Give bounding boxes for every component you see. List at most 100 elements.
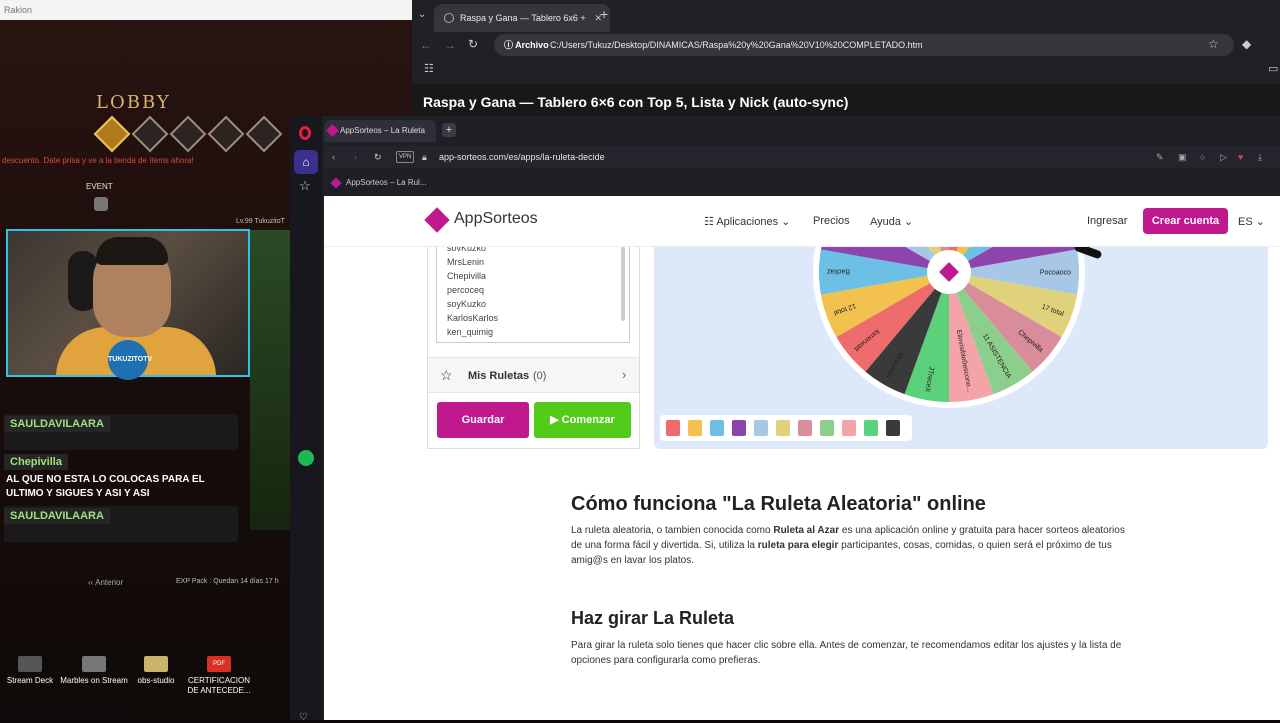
event-label: EVENT — [86, 182, 113, 191]
star-icon: ☆ — [440, 367, 453, 383]
palette-swatch[interactable] — [666, 420, 680, 436]
back-icon[interactable]: ← — [420, 38, 432, 52]
new-tab-icon[interactable]: + — [600, 6, 608, 22]
palette-swatch[interactable] — [710, 420, 724, 436]
nav-aplicaciones[interactable]: ☷ Aplicaciones ⌄ — [704, 215, 790, 228]
opera-url[interactable]: app-sorteos.com/es/apps/la-ruleta-decide — [439, 146, 605, 168]
shield-icon[interactable]: ○ — [1200, 146, 1205, 168]
event-icon — [94, 197, 108, 211]
site-header: AppSorteos ☷ Aplicaciones ⌄ Precios Ayud… — [324, 196, 1280, 247]
edit-icon[interactable]: ✎ — [1156, 146, 1164, 168]
player-level: Lv.99 TukuzitoT — [236, 218, 285, 225]
menu-star-icon[interactable] — [245, 115, 283, 153]
chrome-address-bar[interactable]: ⓘ Archivo C:/Users/Tukuz/Desktop/DINAMIC… — [494, 34, 1234, 56]
language-select[interactable]: ES ⌄ — [1238, 215, 1265, 228]
download-icon[interactable]: ⤓ — [1258, 146, 1262, 168]
desktop-icon-obs[interactable]: obs-studio — [120, 656, 192, 686]
chrome-window: ⌄ Raspa y Gana — Tablero 6x6 + ✕ + ← → ↻… — [412, 0, 1280, 118]
event-button[interactable]: EVENT — [86, 182, 116, 222]
appsorteos-favicon — [330, 177, 342, 189]
bookmarks-folder-icon[interactable]: ▭ — [1268, 62, 1278, 75]
chevron-down-icon: ⌄ — [1252, 216, 1265, 228]
bookmark-item[interactable]: AppSorteos – La Rul... — [324, 174, 1280, 192]
mis-ruletas-label: Mis Ruletas — [468, 370, 530, 382]
tab-list-icon[interactable]: ⌄ — [418, 9, 426, 20]
menu-shield-icon[interactable] — [131, 115, 169, 153]
previous-button[interactable]: ‹‹ Anterior — [88, 578, 123, 587]
start-button[interactable]: ▶ Comenzar — [534, 402, 631, 438]
login-link[interactable]: Ingresar — [1087, 215, 1127, 227]
globe-icon — [444, 13, 454, 23]
chat-username: Chepivilla — [4, 454, 68, 470]
pdf-icon: PDF — [207, 656, 231, 672]
site-logo[interactable]: AppSorteos — [454, 210, 538, 228]
names-textarea[interactable]: sovKuzko MrsLenin Chepivilla percoceq so… — [436, 247, 630, 343]
opera-logo-icon[interactable] — [299, 126, 311, 140]
reload-icon[interactable]: ↻ — [468, 37, 478, 51]
lock-icon: 🔒︎ — [422, 152, 427, 162]
camera-icon[interactable]: ▣ — [1178, 146, 1187, 168]
options-panel: sovKuzko MrsLenin Chepivilla percoceq so… — [427, 247, 640, 449]
url-text: C:/Users/Tukuz/Desktop/DINAMICAS/Raspa%2… — [550, 40, 923, 50]
textarea-scrollbar[interactable] — [621, 247, 625, 321]
appsorteos-logo-icon — [424, 207, 450, 233]
menu-emblem-icon[interactable] — [169, 115, 207, 153]
palette-swatch[interactable] — [776, 420, 790, 436]
nav-ayuda[interactable]: Ayuda ⌄ — [870, 215, 913, 228]
vpn-badge[interactable]: VPN — [396, 151, 415, 163]
opera-toolbar: ‹ › ↻ VPN 🔒︎ app-sorteos.com/es/apps/la-… — [324, 146, 1280, 168]
folder-icon — [144, 656, 168, 672]
signup-button[interactable]: Crear cuenta — [1143, 208, 1228, 234]
chrome-tab-bar: ⌄ Raspa y Gana — Tablero 6x6 + ✕ + — [412, 0, 1280, 32]
palette-swatch[interactable] — [864, 420, 878, 436]
heart-icon[interactable]: ♡ — [299, 712, 308, 723]
heart-icon[interactable]: ♥ — [1238, 146, 1243, 168]
menu-crown-icon[interactable] — [93, 115, 131, 153]
palette-swatch[interactable] — [842, 420, 856, 436]
mis-ruletas-row[interactable]: ☆ Mis Ruletas (0) › — [428, 357, 639, 393]
nav-precios[interactable]: Precios — [813, 215, 850, 227]
grid-icon: ☷ — [704, 216, 717, 228]
spotify-icon[interactable] — [298, 450, 314, 466]
appsorteos-favicon — [326, 124, 339, 137]
stream-deck-icon — [18, 656, 42, 672]
chevron-down-icon: ⌄ — [901, 216, 914, 228]
opera-sidebar: ⌂ ☆ ♡ — [290, 116, 322, 723]
apps-grid-icon[interactable]: ☷ — [424, 62, 434, 75]
chat-username: SAULDAVILAARA — [4, 416, 110, 432]
forward-icon[interactable]: → — [444, 38, 456, 52]
palette-swatch[interactable] — [886, 420, 900, 436]
section-paragraph-how: La ruleta aleatoria, o tambien conocida … — [571, 525, 1125, 566]
opera-tab-appsorteos[interactable]: AppSorteos – La Ruleta de — [324, 120, 436, 157]
section-paragraph-spin: Para girar la ruleta solo tienes que hac… — [571, 640, 1122, 666]
save-button[interactable]: Guardar — [437, 402, 529, 438]
play-icon[interactable]: ▷ — [1220, 146, 1227, 168]
marbles-icon — [82, 656, 106, 672]
wheel-slice-label: Pocoaoco — [1040, 270, 1071, 277]
new-tab-icon[interactable]: + — [442, 123, 456, 137]
list-item: percoceq — [447, 285, 485, 295]
desktop-icon-stream-deck[interactable]: Stream Deck — [0, 656, 66, 686]
home-icon[interactable]: ⌂ — [294, 150, 318, 174]
section-heading-how: Cómo funciona "La Ruleta Aleatoria" onli… — [571, 493, 986, 515]
palette-swatch[interactable] — [732, 420, 746, 436]
chat-message: SAULDAVILAARA — [4, 414, 238, 450]
menu-wings-icon[interactable] — [207, 115, 245, 153]
chat-username: SAULDAVILAARA — [4, 508, 110, 524]
bookmark-star-icon[interactable]: ☆ — [1208, 37, 1219, 51]
palette-swatch[interactable] — [754, 420, 768, 436]
chrome-tab-raspa[interactable]: Raspa y Gana — Tablero 6x6 + ✕ — [434, 4, 610, 32]
palette-swatch[interactable] — [798, 420, 812, 436]
list-item: KarlosKarlos — [447, 313, 499, 323]
section-heading-spin: Haz girar La Ruleta — [571, 608, 735, 628]
roulette-wheel[interactable]: bankaiiF00 Elinvisible0esconо...tu máximo… — [804, 247, 1094, 417]
palette-swatch[interactable] — [688, 420, 702, 436]
extension-icon[interactable]: ◆ — [1242, 37, 1251, 51]
desktop-icon-certificacion[interactable]: PDF CERTIFICACION DE ANTECEDE... — [183, 656, 255, 696]
star-icon[interactable]: ☆ — [299, 178, 311, 194]
back-icon[interactable]: ‹ — [332, 146, 335, 168]
info-icon: ⓘ Archivo — [504, 40, 549, 50]
reload-icon[interactable]: ↻ — [374, 146, 382, 168]
palette-swatch[interactable] — [820, 420, 834, 436]
forward-icon[interactable]: › — [354, 146, 357, 168]
